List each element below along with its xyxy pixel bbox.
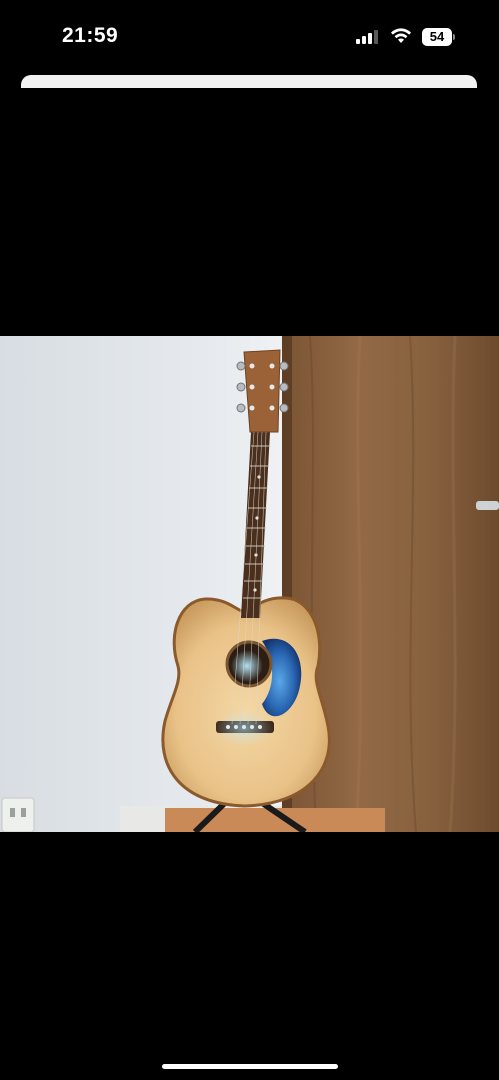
cellular-signal-icon [356,30,378,44]
guitar-photo-illustration [0,336,499,832]
status-bar: 21:59 54 [0,0,499,74]
battery-indicator: 54 [422,28,452,46]
acoustic-guitar-photo[interactable] [0,336,499,832]
battery-nub [453,34,455,40]
status-time: 21:59 [62,24,119,47]
home-indicator[interactable] [162,1064,338,1069]
wifi-icon [391,28,411,43]
sheet-top-edge [21,75,477,88]
